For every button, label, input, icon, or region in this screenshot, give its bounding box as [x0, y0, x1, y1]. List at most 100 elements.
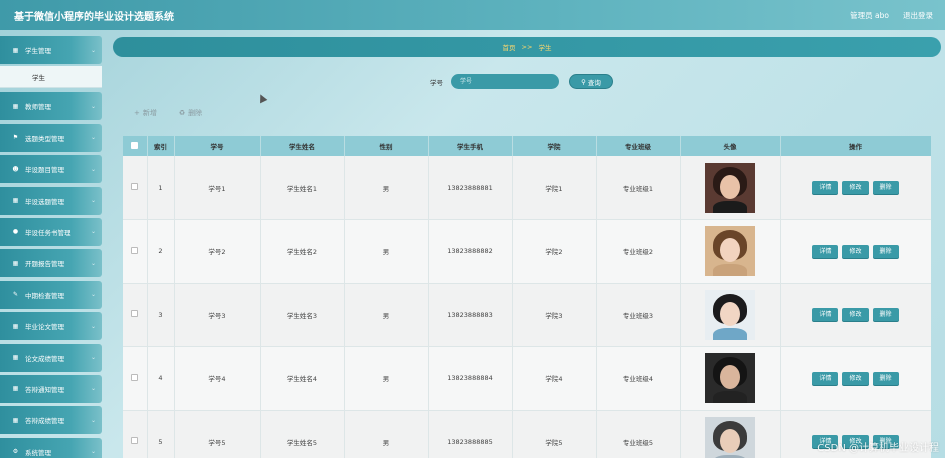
avatar: [705, 416, 755, 458]
cell-name: 学生姓名3: [260, 283, 345, 347]
avatar-cell: [680, 219, 781, 284]
column-header: 学生姓名: [260, 136, 345, 156]
trash-icon: ♻: [178, 109, 186, 117]
sidebar-item-label: 选题类型管理: [25, 134, 64, 143]
select-all-checkbox[interactable]: [131, 141, 139, 149]
table-row: 3 学号3 学生姓名3 男 13823888883 学院3 专业班级3 详情 修改 删除: [123, 283, 931, 347]
actions-cell: 详情 修改 删除: [780, 346, 931, 411]
admin-user[interactable]: 管理员 abo: [850, 10, 889, 21]
grid-icon: ▦: [12, 197, 19, 205]
search-button[interactable]: ⚲ 查询: [569, 74, 613, 89]
row-select-cell[interactable]: [123, 219, 148, 284]
sidebar-subitem[interactable]: 学生: [0, 66, 102, 89]
sidebar-item[interactable]: ▦ 学生管理 ⌄: [0, 36, 102, 64]
sidebar-item[interactable]: ▦ 答辩通知管理 ⌄: [0, 374, 102, 403]
search-label: 学号: [430, 78, 443, 87]
grid-icon: ▦: [12, 259, 19, 267]
cell-sex: 男: [344, 346, 429, 411]
breadcrumb-separator: >>: [521, 43, 533, 51]
sidebar-item[interactable]: ▦ 教师管理 ⌄: [0, 92, 102, 121]
grid-icon: ▦: [12, 102, 19, 110]
chevron-down-icon: ⌄: [90, 134, 96, 142]
breadcrumb-current: 学生: [538, 44, 552, 52]
table-body: 1 学号1 学生姓名1 男 13823888881 学院1 专业班级1 详情 修改 删除 2 学号2 学…: [123, 156, 931, 458]
sidebar-item[interactable]: ▦ 答辩成绩管理 ⌄: [0, 406, 102, 435]
row-select-cell[interactable]: [123, 156, 148, 220]
sidebar-item-label: 教师管理: [25, 103, 51, 112]
delete-row-button[interactable]: 删除: [872, 244, 899, 258]
sidebar-item[interactable]: ▦ 论文成绩管理 ⌄: [0, 343, 102, 372]
detail-row-button[interactable]: 详情: [812, 371, 839, 385]
column-header: 专业班级: [596, 136, 681, 156]
table-row: 4 学号4 学生姓名4 男 13823888884 学院4 专业班级4 详情 修改 删除: [123, 346, 931, 411]
cell-cls: 专业班级3: [596, 283, 681, 347]
search-input[interactable]: [451, 74, 559, 89]
cell-idx: 1: [147, 156, 175, 220]
delete-row-button[interactable]: 删除: [872, 308, 899, 322]
cell-idx: 4: [147, 346, 175, 411]
delete-row-button[interactable]: 删除: [872, 181, 899, 194]
cell-sex: 男: [344, 283, 429, 347]
sidebar-item[interactable]: ● 毕设任务书管理 ⌄: [0, 217, 102, 246]
row-checkbox[interactable]: [131, 183, 139, 190]
avatar-cell: [680, 283, 781, 347]
row-checkbox[interactable]: [131, 437, 139, 445]
sidebar-item-label: 毕业论文管理: [25, 323, 64, 332]
table-row: 5 学号5 学生姓名5 男 13823888885 学院5 专业班级5 详情 修改 删除: [123, 410, 931, 458]
cell-name: 学生姓名2: [260, 219, 345, 284]
edit-row-button[interactable]: 修改: [842, 244, 869, 258]
delete-button[interactable]: ♻ 删除: [179, 108, 202, 118]
row-checkbox[interactable]: [131, 310, 139, 318]
row-select-cell[interactable]: [123, 346, 148, 411]
column-header: 操作: [780, 136, 931, 156]
sidebar-item-label: 学生管理: [25, 47, 51, 55]
cell-cls: 专业班级5: [596, 410, 681, 458]
sidebar-item-label: 系统管理: [25, 448, 51, 457]
cell-name: 学生姓名5: [260, 410, 345, 458]
sidebar-item[interactable]: ▦ 开题报告管理 ⌄: [0, 249, 102, 278]
breadcrumb-home[interactable]: 首页: [503, 42, 516, 52]
detail-row-button[interactable]: 详情: [812, 244, 839, 258]
column-header: 索引: [147, 136, 175, 156]
plus-icon: +: [134, 109, 140, 117]
sidebar-item[interactable]: ⚙ 系统管理 ⌄: [0, 437, 102, 458]
actions-cell: 详情 修改 删除: [780, 219, 931, 284]
delete-row-button[interactable]: 删除: [872, 371, 899, 385]
select-all-cell[interactable]: [123, 136, 148, 156]
sidebar-item-label: 答辩成绩管理: [25, 417, 64, 426]
edit-row-button[interactable]: 修改: [842, 371, 869, 385]
logout-link[interactable]: 退出登录: [903, 10, 933, 21]
cell-xh: 学号3: [174, 283, 261, 347]
detail-row-button[interactable]: 详情: [812, 308, 839, 322]
cell-sex: 男: [344, 219, 429, 284]
row-select-cell[interactable]: [123, 283, 148, 347]
chevron-down-icon: ⌄: [90, 322, 96, 330]
cell-name: 学生姓名1: [260, 156, 345, 220]
sidebar-item[interactable]: ▦ 毕业论文管理 ⌄: [0, 312, 102, 341]
chat-icon: ✎: [12, 291, 19, 299]
cell-college: 学院1: [512, 156, 597, 220]
sidebar-item[interactable]: ☻ 毕设题目管理 ⌄: [0, 155, 102, 184]
sidebar-item-label: 论文成绩管理: [25, 354, 64, 363]
table-row: 1 学号1 学生姓名1 男 13823888881 学院1 专业班级1 详情 修改 删除: [123, 156, 931, 220]
row-checkbox[interactable]: [131, 373, 139, 381]
top-bar: 基于微信小程序的毕业设计选题系统 管理员 abo 退出登录: [0, 0, 945, 30]
breadcrumb: 首页 >> 学生: [113, 37, 941, 57]
sidebar-item[interactable]: ▦ 毕设选题管理 ⌄: [0, 186, 102, 215]
sidebar-item-label: 答辩通知管理: [25, 385, 64, 394]
sidebar: ▦ 学生管理 ⌄ 学生 ▦ 教师管理 ⌄ ⚑ 选题类型管理 ⌄ ☻ 毕设题目管理 ⌄ ▦ 毕设选题管理 ⌄ ● 毕…: [0, 36, 102, 458]
sidebar-item[interactable]: ⚑ 选题类型管理 ⌄: [0, 123, 102, 152]
cell-xh: 学号4: [174, 346, 261, 411]
add-button[interactable]: + 新增: [134, 108, 157, 118]
student-table: 索引 学号 学生姓名 性别 学生手机 学院 专业班级 头像 操作 1 学号1 学生姓名1 男 13823…: [123, 136, 931, 458]
grid-icon: ▦: [12, 416, 19, 424]
sidebar-item-label: 毕设题目管理: [25, 166, 64, 175]
row-checkbox[interactable]: [131, 246, 139, 254]
sidebar-item-label: 中期检查管理: [25, 291, 64, 300]
sidebar-item[interactable]: ✎ 中期检查管理 ⌄: [0, 280, 102, 309]
edit-row-button[interactable]: 修改: [842, 181, 869, 194]
row-select-cell[interactable]: [123, 410, 148, 458]
cell-sex: 男: [344, 410, 429, 458]
detail-row-button[interactable]: 详情: [812, 181, 839, 194]
edit-row-button[interactable]: 修改: [842, 308, 869, 322]
